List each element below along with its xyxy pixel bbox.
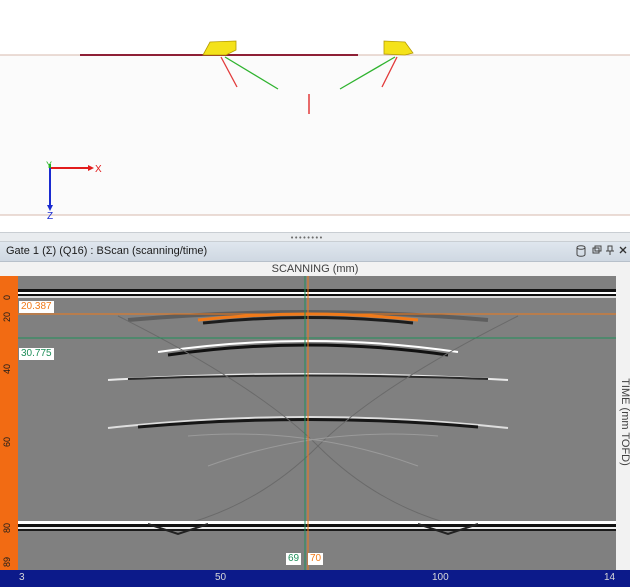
x-tick-100: 100 — [432, 572, 449, 583]
bscan-panel-titlebar[interactable]: Gate 1 (Σ) (Q16) : BScan (scanning/time) — [0, 242, 630, 262]
y-tick-89: 89 — [2, 556, 12, 567]
3d-view[interactable]: X Y Z — [0, 0, 630, 232]
lateral-wave-dark-2 — [18, 294, 616, 296]
y-axis-title: TIME (mm TOFD) — [619, 378, 630, 466]
y-axis-label: Y — [46, 160, 52, 170]
x-tick-50: 50 — [215, 572, 227, 583]
bscan-image[interactable] — [18, 276, 616, 570]
3d-scene: X Y Z — [0, 40, 630, 222]
specimen-body — [0, 55, 630, 215]
orange-cursor-value: 20.387 — [19, 301, 54, 313]
x-axis-title: SCANNING (mm) — [271, 263, 359, 275]
application-window: X Y Z •••••••• Gate 1 (Σ) (Q16) : BScan … — [0, 0, 630, 587]
panel-title: Gate 1 (Σ) (Q16) : BScan (scanning/time) — [6, 245, 208, 257]
backwall-dark-2 — [18, 529, 616, 531]
right-probe-wedge[interactable] — [383, 40, 414, 56]
z-axis-label: Z — [47, 211, 53, 222]
lateral-wave-dark-1 — [18, 289, 616, 292]
y-tick-60: 60 — [2, 436, 12, 447]
green-cursor-value: 30.775 — [19, 348, 54, 360]
orange-x-cursor-value: 70 — [308, 553, 324, 565]
y-axis-title-wrapper: TIME (mm TOFD) — [615, 374, 630, 474]
left-probe-wedge[interactable] — [202, 40, 237, 56]
lateral-wave-light-2 — [18, 296, 616, 298]
lateral-wave-light-1 — [18, 292, 616, 294]
database-icon[interactable] — [575, 245, 587, 258]
x-axis-label: X — [95, 164, 102, 175]
panel-splitter[interactable]: •••••••• — [0, 232, 630, 242]
splitter-grip-icon[interactable]: •••••••• — [290, 235, 323, 242]
y-tick-0: 0 — [2, 294, 12, 300]
y-tick-20: 20 — [2, 311, 12, 322]
y-tick-40: 40 — [2, 363, 12, 374]
restore-icon[interactable] — [591, 245, 603, 258]
green-x-cursor-value: 69 — [286, 553, 302, 565]
x-tick-14: 14 — [604, 572, 616, 583]
backwall-dark-1 — [18, 524, 616, 527]
scanning-ruler[interactable] — [0, 570, 630, 587]
backwall-light-1 — [18, 521, 616, 524]
backwall-light-2 — [18, 527, 616, 529]
x-tick-3: 3 — [19, 572, 25, 583]
pin-icon[interactable] — [604, 245, 616, 258]
y-tick-80: 80 — [2, 522, 12, 533]
close-icon[interactable] — [617, 245, 629, 258]
